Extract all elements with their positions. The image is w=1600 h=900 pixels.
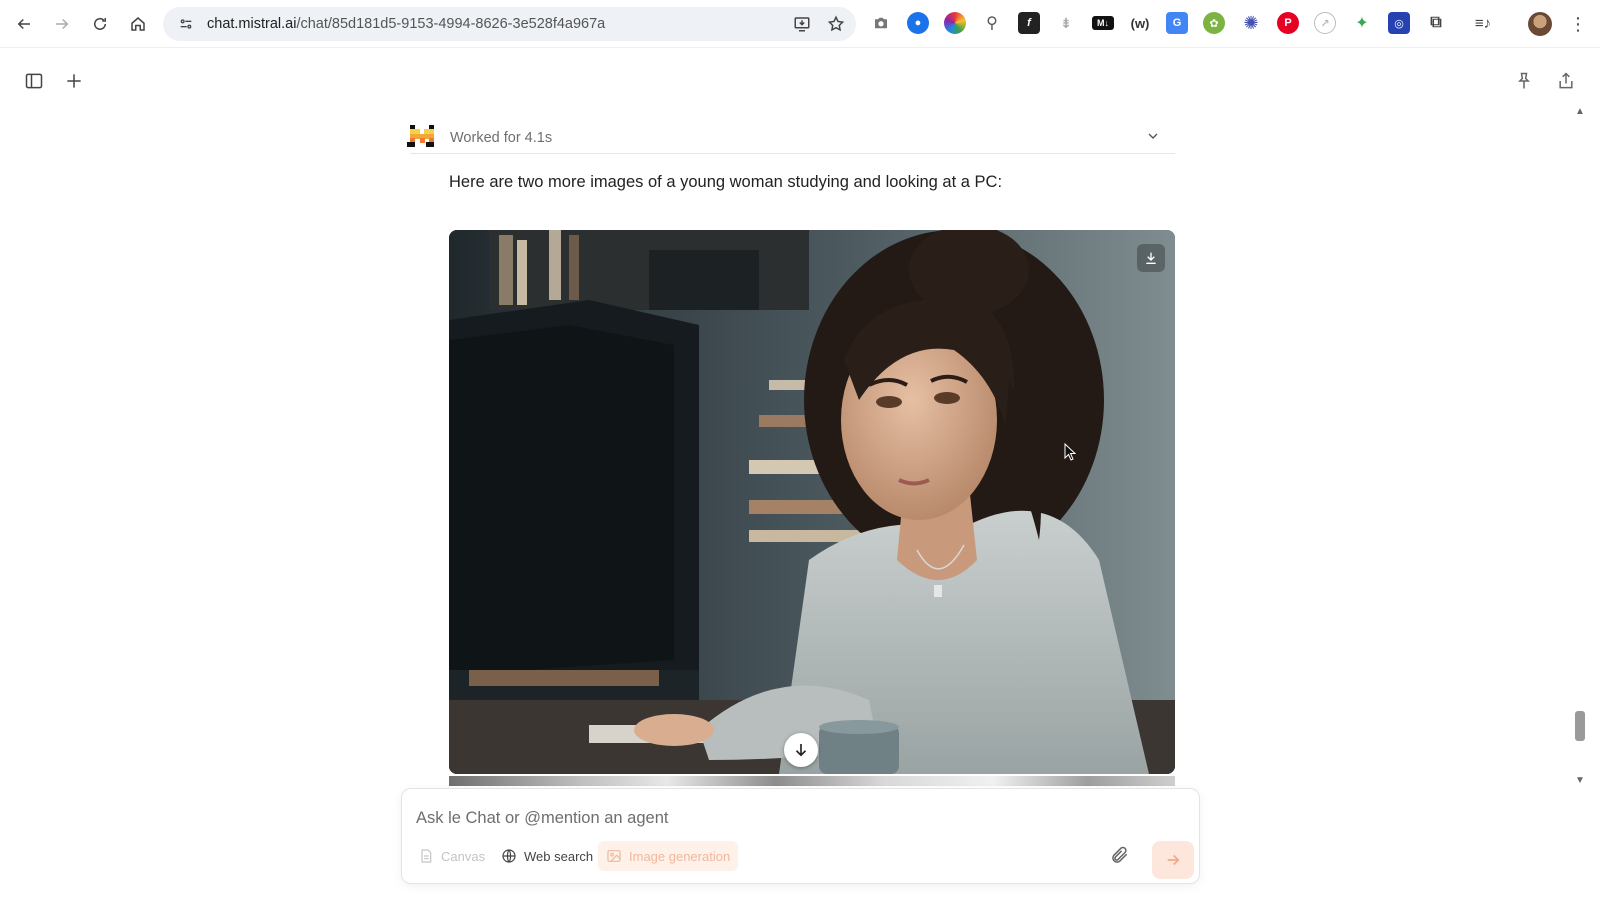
puzzle-extensions-icon[interactable]: ⧉: [1425, 12, 1447, 34]
extension-blue-square-icon[interactable]: ◎: [1388, 12, 1410, 34]
new-chat-icon[interactable]: [62, 69, 86, 93]
extensions-bar: ● ⚲ f ⇟ M↓ (w) G ✿ ✺ P ↗ ✦ ◎ ⧉ ≡♪: [870, 12, 1494, 34]
send-button[interactable]: [1152, 841, 1194, 879]
formula-icon[interactable]: f: [1018, 12, 1040, 34]
pinterest-icon[interactable]: P: [1277, 12, 1299, 34]
web-search-button[interactable]: Web search: [493, 841, 601, 871]
assistant-message-text: Here are two more images of a young woma…: [449, 173, 1003, 191]
paperclip-icon[interactable]: [1110, 845, 1130, 870]
worked-duration: Worked for 4.1s: [450, 129, 553, 146]
markdown-icon[interactable]: M↓: [1092, 16, 1114, 30]
magnifier-icon[interactable]: ⚲: [981, 12, 1003, 34]
image-generation-label: Image generation: [629, 848, 731, 864]
mistral-logo-icon: [407, 124, 434, 147]
home-icon[interactable]: [120, 6, 156, 42]
app-toolbar-right: [1512, 69, 1578, 93]
web-search-label: Web search: [524, 848, 594, 864]
sidebar-toggle-icon[interactable]: [22, 69, 46, 93]
scroll-thumb[interactable]: [1575, 711, 1585, 741]
install-app-icon[interactable]: [792, 14, 812, 34]
canvas-label: Canvas: [441, 848, 486, 864]
url-host: chat.mistral.ai: [207, 16, 297, 32]
image-generation-button[interactable]: Image generation: [598, 841, 739, 871]
document-icon: [421, 849, 432, 863]
extension-gray-icon[interactable]: ⇟: [1055, 12, 1077, 34]
translate-icon[interactable]: G: [1166, 12, 1188, 34]
extension-sun-icon[interactable]: ✺: [1240, 12, 1262, 34]
media-control-icon[interactable]: ≡♪: [1472, 12, 1494, 34]
address-bar[interactable]: chat.mistral.ai/chat/85d181d5-9153-4994-…: [163, 7, 856, 41]
url-path: /chat/85d181d5-9153-4994-8626-3e528f4a96…: [296, 16, 606, 32]
chat-composer: Canvas Web search Image generation: [401, 788, 1200, 884]
sparkle-icon[interactable]: ✦: [1351, 12, 1373, 34]
globe-icon: [502, 849, 516, 863]
canvas-button[interactable]: Canvas: [410, 841, 493, 871]
app-toolbar-left: [22, 69, 86, 93]
image-icon: [607, 850, 621, 862]
pin-icon[interactable]: [1512, 69, 1536, 93]
back-icon[interactable]: [6, 6, 42, 42]
url-text[interactable]: chat.mistral.ai/chat/85d181d5-9153-4994-…: [207, 16, 605, 32]
color-picker-icon[interactable]: [944, 12, 966, 34]
extension-green-icon[interactable]: ✿: [1203, 12, 1225, 34]
scroll-down-arrow-icon[interactable]: ▼: [1575, 775, 1585, 786]
scroll-to-bottom-button[interactable]: [784, 733, 818, 767]
arrow-right-icon: [1167, 854, 1180, 866]
bookmark-star-icon[interactable]: [826, 14, 846, 34]
profile-avatar[interactable]: [1528, 12, 1552, 36]
wiki-icon[interactable]: (w): [1129, 12, 1151, 34]
chevron-down-icon[interactable]: [1145, 128, 1161, 149]
camera-icon[interactable]: [870, 12, 892, 34]
second-generated-image-peek[interactable]: [449, 776, 1175, 786]
share-icon[interactable]: [1554, 69, 1578, 93]
page-scrollbar[interactable]: ▲ ▼: [1572, 106, 1588, 786]
download-image-icon[interactable]: [1137, 244, 1165, 272]
scroll-up-arrow-icon[interactable]: ▲: [1575, 106, 1585, 117]
reload-icon[interactable]: [82, 6, 118, 42]
generated-image[interactable]: [449, 230, 1175, 774]
browser-menu-icon[interactable]: ⋮: [1568, 12, 1588, 36]
compass-icon[interactable]: ↗: [1314, 12, 1336, 34]
browser-toolbar: chat.mistral.ai/chat/85d181d5-9153-4994-…: [0, 0, 1600, 48]
extension-blue-circle-icon[interactable]: ●: [907, 12, 929, 34]
reasoning-header[interactable]: Worked for 4.1s: [407, 122, 1175, 154]
chat-input[interactable]: [416, 805, 1056, 831]
mouse-cursor-icon: [1064, 443, 1076, 461]
forward-icon[interactable]: [44, 6, 80, 42]
site-settings-icon[interactable]: [175, 13, 197, 35]
